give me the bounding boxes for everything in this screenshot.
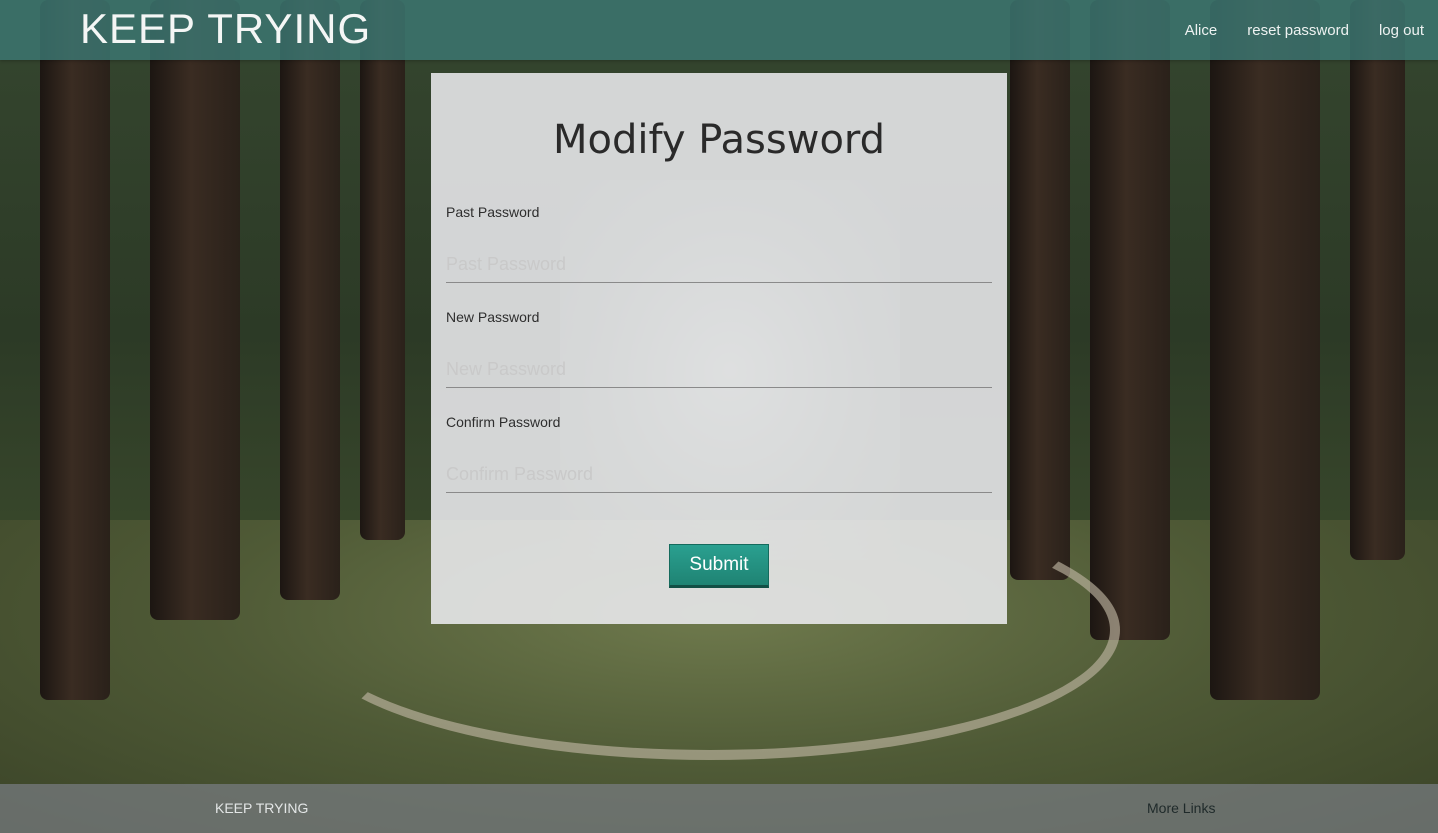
background-tree-trunk xyxy=(360,0,405,540)
background-tree-trunk xyxy=(280,0,340,600)
past-password-label: Past Password xyxy=(446,204,540,220)
background-tree-trunk xyxy=(150,0,240,620)
new-password-label: New Password xyxy=(446,309,540,325)
page-title: Modify Password xyxy=(552,117,886,163)
past-password-input[interactable] xyxy=(446,246,992,283)
background-tree-trunk xyxy=(1210,0,1320,700)
footer-more-links[interactable]: More Links xyxy=(1147,800,1215,816)
footer-bar: KEEP TRYING More Links xyxy=(0,784,1438,833)
top-navbar: KEEP TRYING Alice reset password log out xyxy=(0,0,1438,60)
background-tree-trunk xyxy=(40,0,110,700)
confirm-password-label: Confirm Password xyxy=(446,414,561,430)
confirm-password-input[interactable] xyxy=(446,456,992,493)
footer-brand[interactable]: KEEP TRYING xyxy=(215,800,308,816)
new-password-input[interactable] xyxy=(446,351,992,388)
submit-button[interactable]: Submit xyxy=(669,544,769,588)
nav-links: Alice reset password log out xyxy=(1155,0,1424,60)
nav-link-log-out[interactable]: log out xyxy=(1379,22,1424,39)
nav-link-user[interactable]: Alice xyxy=(1185,22,1218,39)
background-tree-trunk xyxy=(1350,0,1405,560)
background-tree-trunk xyxy=(1010,0,1070,580)
background-tree-trunk xyxy=(1090,0,1170,640)
nav-link-reset-password[interactable]: reset password xyxy=(1247,22,1349,39)
brand-logo-text[interactable]: KEEP TRYING xyxy=(80,3,371,55)
